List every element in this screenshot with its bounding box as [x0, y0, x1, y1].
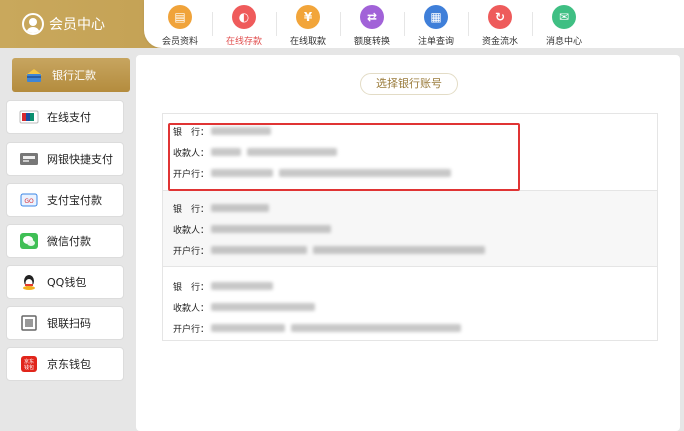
redacted-branch-name — [211, 324, 285, 332]
redacted-payee-name — [211, 148, 241, 156]
sidebar-item-label: QQ钱包 — [47, 276, 87, 289]
svg-text:京东: 京东 — [24, 358, 34, 365]
redacted-branch-name — [291, 324, 461, 332]
member-center-brand: 会员中心 — [0, 0, 132, 48]
nav-tab-3[interactable]: ¥ 在线取款 — [278, 5, 338, 47]
card-reader-icon — [19, 150, 39, 168]
bank-label: 银 行： — [173, 204, 210, 215]
sidebar-item-label: 银行汇款 — [52, 69, 96, 82]
payee-row: 收款人： — [173, 145, 343, 159]
mail-icon: ✉ — [552, 5, 576, 29]
alipay-icon: GO — [19, 191, 39, 209]
redacted-branch-name — [313, 246, 485, 254]
bank-row: 银 行： — [173, 124, 277, 138]
unionpay-icon — [19, 108, 39, 126]
redacted-payee-name — [247, 148, 337, 156]
yen-icon: ¥ — [296, 5, 320, 29]
bank-label: 银 行： — [173, 127, 210, 138]
nav-tab-5[interactable]: ▦ 注单查询 — [406, 5, 466, 47]
nav-tab-label: 资金流水 — [481, 37, 518, 47]
payee-label: 收款人： — [173, 225, 210, 236]
redacted-bank-name — [211, 204, 269, 212]
bank-label: 银 行： — [173, 282, 210, 293]
branch-label: 开户行： — [173, 169, 210, 180]
wechat-icon — [19, 232, 39, 250]
payee-label: 收款人： — [173, 303, 210, 314]
payee-row: 收款人： — [173, 222, 337, 236]
bank-row: 银 行： — [173, 279, 279, 293]
main-content: 选择银行账号 银 行： 收款人： 开户行： 银 行： 收款人： 开户行： 银 行… — [132, 48, 684, 431]
redacted-bank-name — [211, 127, 271, 135]
user-avatar-icon — [22, 13, 44, 35]
nav-tab-6[interactable]: ↻ 资金流水 — [470, 5, 530, 47]
redacted-payee-name — [211, 225, 331, 233]
bank-account-option-2[interactable]: 银 行： 收款人： 开户行： — [163, 190, 657, 266]
sidebar-item-label: 微信付款 — [47, 235, 91, 248]
id-card-icon: ▤ — [168, 5, 192, 29]
nav-tab-4[interactable]: ⇄ 额度转换 — [342, 5, 402, 47]
payment-method-sidebar: 银行汇款 在线支付 网银快捷支付 GO 支付宝付款 微信付款 QQ钱包 银联扫码 京东 钱包 京东钱… — [0, 48, 132, 431]
nav-tab-2[interactable]: ◐ 在线存款 — [214, 5, 274, 51]
branch-label: 开户行： — [173, 246, 210, 257]
sidebar-item-7[interactable]: 银联扫码 — [6, 306, 124, 340]
branch-label: 开户行： — [173, 324, 210, 335]
sidebar-item-1[interactable]: 银行汇款 — [12, 58, 130, 92]
redacted-branch-name — [279, 169, 451, 177]
sidebar-item-5[interactable]: 微信付款 — [6, 224, 124, 258]
bank-account-option-3[interactable]: 银 行： 收款人： 开户行： — [163, 266, 657, 342]
member-center-title: 会员中心 — [49, 17, 105, 33]
sidebar-item-label: 京东钱包 — [47, 358, 91, 371]
nav-tab-label: 消息中心 — [545, 37, 582, 47]
svg-text:GO: GO — [24, 198, 34, 205]
bank-account-option-1[interactable]: 银 行： 收款人： 开户行： — [163, 114, 657, 190]
bank-row: 银 行： — [173, 201, 275, 215]
sidebar-item-2[interactable]: 在线支付 — [6, 100, 124, 134]
svg-text:钱包: 钱包 — [24, 364, 34, 371]
nav-divider — [468, 12, 469, 36]
nav-divider — [276, 12, 277, 36]
jd-wallet-icon: 京东 钱包 — [19, 355, 39, 373]
sidebar-item-label: 银联扫码 — [47, 317, 91, 330]
sidebar-item-8[interactable]: 京东 钱包 京东钱包 — [6, 347, 124, 381]
scan-icon — [19, 314, 39, 332]
sidebar-item-6[interactable]: QQ钱包 — [6, 265, 124, 299]
nav-divider — [404, 12, 405, 36]
branch-row: 开户行： — [173, 243, 491, 257]
redacted-branch-name — [211, 246, 307, 254]
top-navigation: ▤ 会员资料 ◐ 在线存款 ¥ 在线取款 ⇄ 额度转换 ▦ 注单查询 ↻ 资金流水 ✉ 消息中心 — [144, 0, 684, 51]
bank-account-panel: 选择银行账号 银 行： 收款人： 开户行： 银 行： 收款人： 开户行： 银 行… — [136, 55, 680, 431]
top-header: 会员中心 ▤ 会员资料 ◐ 在线存款 ¥ 在线取款 ⇄ 额度转换 ▦ 注单查询 ↻ 资金流水 ✉ 消息中心 — [0, 0, 684, 51]
sidebar-item-4[interactable]: GO 支付宝付款 — [6, 183, 124, 217]
nav-tab-label: 在线存款 — [225, 37, 262, 47]
payee-label: 收款人： — [173, 148, 210, 159]
nav-divider — [532, 12, 533, 36]
sidebar-item-label: 在线支付 — [47, 111, 91, 124]
redacted-branch-name — [211, 169, 273, 177]
branch-row: 开户行： — [173, 321, 467, 335]
nav-tab-label: 注单查询 — [417, 37, 454, 47]
transfer-icon: ⇄ — [360, 5, 384, 29]
sidebar-item-label: 网银快捷支付 — [47, 153, 113, 166]
redacted-bank-name — [211, 282, 273, 290]
bank-card-icon — [24, 66, 44, 84]
piggy-bank-icon: ◐ — [232, 5, 256, 29]
sidebar-item-label: 支付宝付款 — [47, 194, 102, 207]
cycle-icon: ↻ — [488, 5, 512, 29]
redacted-payee-name — [211, 303, 315, 311]
nav-tab-label: 在线取款 — [289, 37, 326, 47]
payee-row: 收款人： — [173, 300, 321, 314]
nav-tab-label: 额度转换 — [353, 37, 390, 47]
nav-divider — [212, 12, 213, 36]
branch-row: 开户行： — [173, 166, 457, 180]
nav-tab-7[interactable]: ✉ 消息中心 — [534, 5, 594, 47]
nav-tab-1[interactable]: ▤ 会员资料 — [150, 5, 210, 47]
qq-penguin-icon — [19, 273, 39, 291]
sidebar-item-3[interactable]: 网银快捷支付 — [6, 142, 124, 176]
bank-account-list: 银 行： 收款人： 开户行： 银 行： 收款人： 开户行： 银 行： 收款人： … — [162, 113, 658, 341]
nav-tab-label: 会员资料 — [161, 37, 198, 47]
nav-divider — [340, 12, 341, 36]
document-icon: ▦ — [424, 5, 448, 29]
select-bank-account-title: 选择银行账号 — [360, 73, 458, 95]
